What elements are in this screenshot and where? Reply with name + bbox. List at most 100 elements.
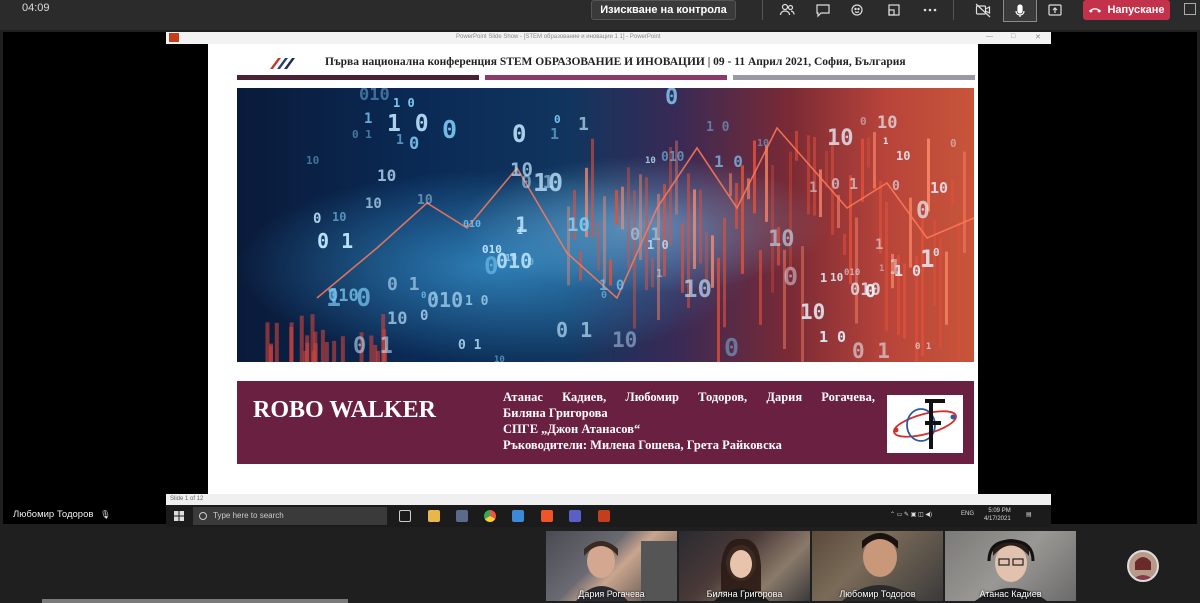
- windows-taskbar: Type here to search ⌃ ▭ ✎ ▣ ◫ ◀) ENG 5:0…: [166, 505, 1051, 527]
- hero-candle: [320, 329, 325, 362]
- participant-tile[interactable]: Дария Рогачева: [546, 531, 677, 601]
- store-icon[interactable]: [456, 510, 468, 522]
- powerpoint-icon[interactable]: [598, 510, 610, 522]
- hero-digit: 0: [724, 333, 739, 362]
- participants-icon[interactable]: [775, 0, 799, 20]
- maximize-window-icon[interactable]: [1184, 3, 1196, 15]
- minimize-icon[interactable]: —: [986, 33, 993, 40]
- search-icon: [199, 512, 207, 520]
- hero-digit: 010: [359, 88, 390, 105]
- restore-icon[interactable]: □: [1011, 33, 1015, 40]
- chat-icon[interactable]: [811, 0, 835, 20]
- taskbar-clock[interactable]: 5:09 PM 4/17/2021: [984, 507, 1011, 523]
- letterbox-left: [166, 44, 208, 494]
- taskbar-search-placeholder: Type here to search: [213, 511, 284, 520]
- taskbar-search-input[interactable]: Type here to search: [193, 507, 387, 525]
- hero-digit: 10: [612, 328, 637, 352]
- hero-candle: [693, 189, 696, 269]
- hero-digit: 0: [665, 88, 678, 110]
- notifications-icon[interactable]: ▤: [1026, 511, 1032, 518]
- hero-digit: 10: [830, 271, 843, 284]
- hero-digit: 0 1: [317, 229, 353, 253]
- hero-candle: [723, 217, 726, 328]
- hero-candle: [843, 233, 846, 255]
- hero-candle: [627, 167, 630, 268]
- mic-muted-icon: 🎙︎: [100, 510, 111, 519]
- hero-digit: 1 0: [387, 111, 429, 137]
- project-title: ROBO WALKER: [253, 397, 436, 423]
- teams-meeting-window: 04:09 Изискване на контрола Напускане Po…: [0, 0, 1200, 603]
- share-screen-icon[interactable]: [1043, 0, 1067, 20]
- authors-block: Атанас Кадиев, Любомир Тодоров, Дария Ро…: [503, 389, 875, 453]
- meeting-timer: 04:09: [22, 2, 50, 14]
- participant-avatar[interactable]: [1127, 550, 1159, 582]
- hero-candle: [615, 190, 618, 225]
- hero-digit: 0 1: [831, 175, 858, 193]
- hero-candle: [597, 222, 600, 271]
- hero-candle: [951, 179, 954, 206]
- participant-tile[interactable]: Биляна Григорова: [679, 531, 810, 601]
- task-view-icon[interactable]: [399, 510, 411, 522]
- more-options-icon[interactable]: [918, 0, 942, 20]
- hero-data-image: 0 1 0 010 0 1 010 0 0 0 10 10 1 0 010 1 1 0 10 0 10 0 10 1…: [237, 88, 974, 362]
- hero-digit: 1 0: [465, 294, 489, 309]
- participant-name: Дария Рогачева: [578, 589, 645, 599]
- toolbar-divider: [953, 0, 954, 20]
- hero-digit: 1: [578, 114, 589, 135]
- leave-call-button[interactable]: Напускане: [1083, 0, 1170, 20]
- supervisors: Ръководители: Милена Гошева, Грета Райко…: [503, 438, 782, 452]
- conference-logo: [270, 58, 295, 69]
- participant-name: Биляна Григорова: [706, 589, 783, 599]
- project-band: ROBO WALKER Атанас Кадиев, Любомир Тодор…: [237, 381, 974, 464]
- participant-tile[interactable]: Любомир Тодоров: [812, 531, 943, 601]
- hero-digit: 10: [377, 166, 396, 185]
- hero-digit: 1 0: [393, 96, 415, 110]
- mail-icon[interactable]: [512, 510, 524, 522]
- hero-digit: 1: [875, 237, 883, 253]
- clock-date: 4/17/2021: [984, 516, 1011, 522]
- windows-start-icon[interactable]: [174, 511, 184, 521]
- ppt-status-bar: Slide 1 of 12: [166, 494, 1051, 505]
- hero-candle: [963, 151, 966, 253]
- hero-candle: [651, 257, 654, 288]
- hero-candle: [305, 342, 310, 362]
- participant-tile[interactable]: Атанас Кадиев: [945, 531, 1076, 601]
- hero-candle: [957, 220, 960, 360]
- teams-icon[interactable]: [569, 510, 581, 522]
- authors-line-2: Биляна Григорова: [503, 406, 608, 420]
- progress-indicator: [42, 599, 348, 603]
- hero-digit: 0 1: [353, 334, 393, 359]
- school-logo: [887, 395, 963, 453]
- hero-candle: [753, 140, 756, 214]
- hero-digit: 1 0: [819, 328, 846, 346]
- reactions-icon[interactable]: [846, 0, 870, 20]
- hero-digit: 1 0: [599, 278, 624, 294]
- hero-digit: 0: [409, 134, 419, 154]
- request-control-button[interactable]: Изискване на контрола: [591, 0, 736, 20]
- rooms-icon[interactable]: [882, 0, 906, 20]
- file-explorer-icon[interactable]: [428, 510, 440, 522]
- hero-digit: 1: [883, 137, 888, 147]
- close-icon[interactable]: ✕: [1035, 33, 1041, 41]
- hero-digit: 0 1: [915, 342, 931, 352]
- hero-candle: [873, 132, 876, 189]
- brave-browser-icon[interactable]: [541, 510, 553, 522]
- microphone-icon: [1015, 3, 1025, 17]
- camera-off-icon[interactable]: [971, 0, 995, 20]
- tray-icons[interactable]: ⌃ ▭ ✎ ▣ ◫ ◀): [890, 511, 932, 518]
- header-stripe: [485, 75, 727, 80]
- hero-digit: 10: [645, 156, 656, 166]
- hero-digit: 0: [512, 120, 526, 148]
- ppt-titlebar: PowerPoint Slide Show - [STEM образовани…: [166, 32, 1051, 44]
- hero-digit: 0: [860, 115, 867, 128]
- powerpoint-window: PowerPoint Slide Show - [STEM образовани…: [166, 32, 1051, 527]
- input-language[interactable]: ENG: [961, 511, 974, 517]
- hero-digit: 10: [896, 149, 910, 163]
- presentation-slide: Първа национална конференция STEM ОБРАЗО…: [208, 44, 978, 494]
- powerpoint-logo-icon: [169, 33, 179, 42]
- hero-digit: 010: [844, 268, 860, 278]
- microphone-button[interactable]: [1003, 0, 1037, 22]
- hero-candle: [603, 196, 606, 284]
- hero-candle: [289, 326, 294, 362]
- chrome-icon[interactable]: [484, 510, 496, 522]
